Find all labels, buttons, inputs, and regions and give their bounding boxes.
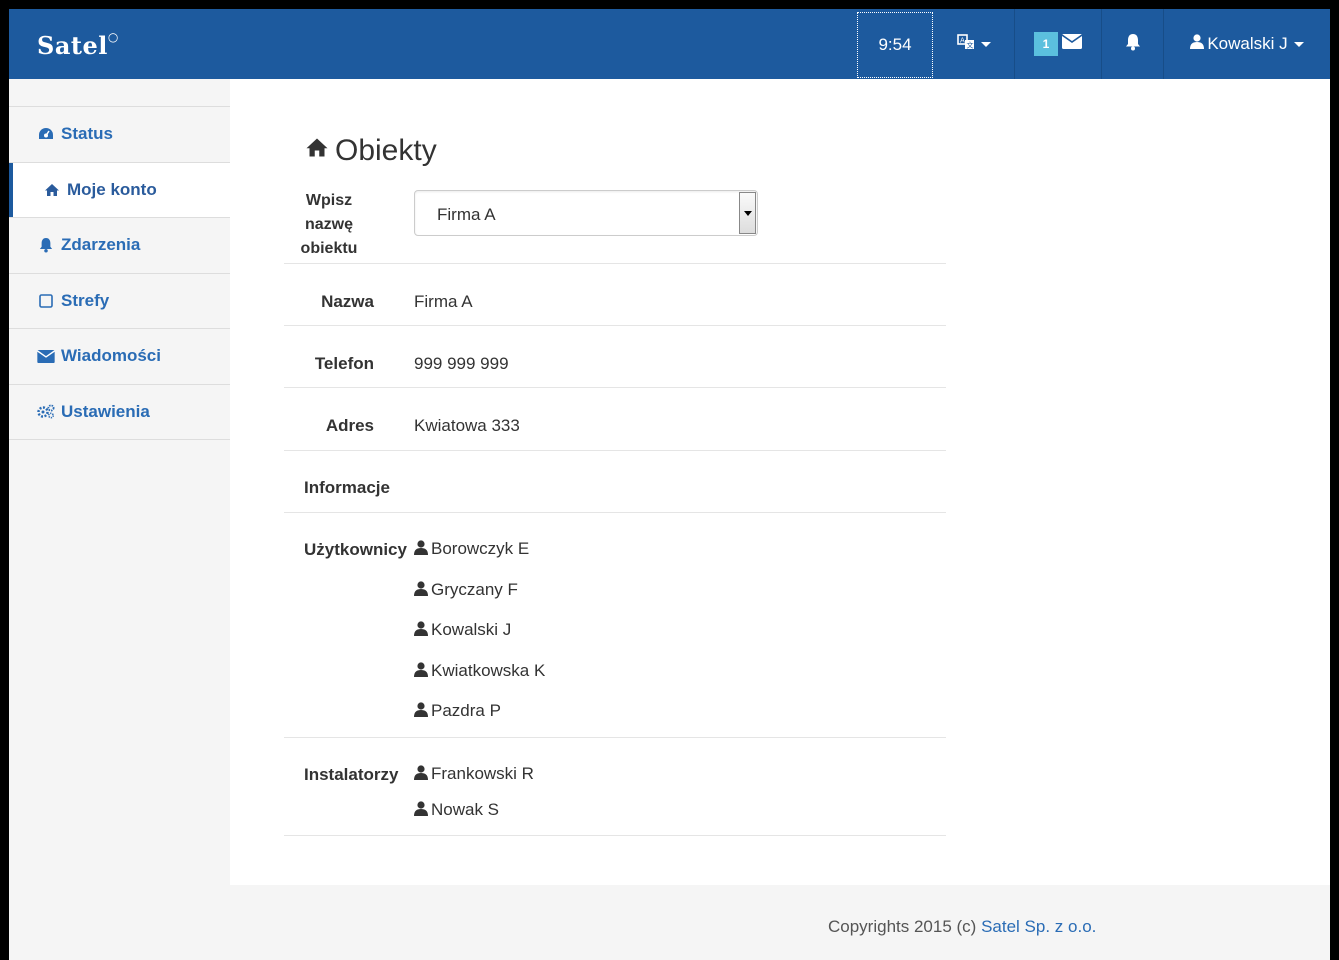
sidebar-item-status[interactable]: Status (9, 107, 230, 163)
sidebar-item-label: Wiadomości (61, 346, 161, 366)
dashboard-icon (37, 127, 55, 141)
svg-text:文: 文 (967, 40, 974, 49)
sidebar-item-zdarzenia[interactable]: Zdarzenia (9, 218, 230, 274)
person-name: Kwiatkowska K (431, 660, 546, 680)
person-item: Frankowski R (414, 764, 534, 784)
language-dropdown[interactable]: A文 (941, 9, 1007, 79)
gears-icon (37, 404, 55, 419)
object-details: Nazwa Firma A Telefon 999 999 999 Adres … (230, 79, 1330, 885)
person-name: Pazdra P (431, 701, 501, 720)
bell-icon (37, 237, 55, 253)
person-name: Borowczyk E (431, 539, 530, 558)
user-icon (414, 801, 428, 819)
sidebar-item-moje-konto[interactable]: Moje konto (9, 162, 230, 218)
person-item: Pazdra P (414, 701, 501, 721)
person-name: Frankowski R (431, 764, 534, 783)
sidebar-menu: Status Moje konto Zdarzenia Strefy Wiado… (9, 106, 230, 440)
home-icon (43, 183, 61, 197)
message-count-badge: 1 (1034, 32, 1058, 56)
name-label: Nazwa (321, 292, 374, 311)
user-icon (414, 661, 428, 680)
person-name: Kowalski J (431, 620, 512, 639)
sidebar-item-ustawienia[interactable]: Ustawienia (9, 385, 230, 440)
sidebar-item-label: Status (61, 124, 113, 144)
clock-time: 9:54 (878, 35, 912, 54)
name-value: Firma A (414, 292, 473, 311)
phone-value: 999 999 999 (414, 354, 509, 373)
phone-label: Telefon (314, 354, 374, 373)
footer-company-link[interactable]: Satel Sp. z o.o. (981, 917, 1096, 936)
info-label: Informacje (304, 478, 390, 497)
top-navbar: Satel○ 9:54 A文 1 Kowalski J (9, 9, 1330, 79)
sidebar-item-strefy[interactable]: Strefy (9, 274, 230, 329)
chevron-down-icon (981, 41, 991, 47)
sidebar-item-label: Ustawienia (61, 401, 150, 421)
bell-icon (1125, 33, 1141, 56)
chevron-down-icon (1293, 41, 1304, 47)
clock: 9:54 (857, 9, 933, 79)
footer: Copyrights 2015 (c) Satel Sp. z o.o. (9, 885, 1330, 960)
installers-label: Instalatorzy (304, 765, 399, 784)
person-name: Nowak S (431, 800, 500, 819)
user-icon (414, 621, 428, 639)
svg-text:A: A (960, 36, 965, 44)
sidebar-item-label: Moje konto (67, 179, 157, 199)
user-menu-dropdown[interactable]: Kowalski J (1163, 9, 1330, 79)
row-divider (284, 326, 946, 388)
row-divider (284, 738, 946, 836)
person-item: Kowalski J (414, 620, 511, 640)
sidebar: Status Moje konto Zdarzenia Strefy Wiado… (9, 79, 230, 885)
envelope-icon (1061, 34, 1083, 54)
footer-copyright: Copyrights 2015 (c) Satel Sp. z o.o. (828, 917, 1097, 936)
person-name: Gryczany F (431, 579, 518, 599)
messages-button[interactable]: 1 (1014, 9, 1101, 79)
square-icon (37, 293, 55, 308)
person-item: Borowczyk E (414, 539, 529, 559)
person-item: Gryczany F (414, 580, 518, 600)
brand-logo[interactable]: Satel○ (37, 30, 119, 60)
envelope-icon (37, 349, 55, 363)
user-icon (414, 702, 428, 720)
users-label: Użytkownicy (304, 540, 407, 559)
person-item: Kwiatkowska K (414, 661, 545, 681)
user-icon (414, 765, 428, 783)
user-icon (1190, 34, 1205, 54)
language-icon: A文 (957, 33, 975, 56)
row-divider (284, 388, 946, 451)
address-value: Kwiatowa 333 (414, 416, 520, 435)
sidebar-item-label: Zdarzenia (61, 235, 141, 255)
user-icon (414, 580, 428, 599)
sidebar-item-wiadomosci[interactable]: Wiadomości (9, 329, 230, 385)
sidebar-item-label: Strefy (61, 290, 110, 310)
user-icon (414, 540, 428, 558)
person-item: Nowak S (414, 800, 499, 820)
notifications-button[interactable] (1101, 9, 1163, 79)
user-name: Kowalski J (1207, 34, 1288, 53)
address-label: Adres (325, 416, 374, 435)
